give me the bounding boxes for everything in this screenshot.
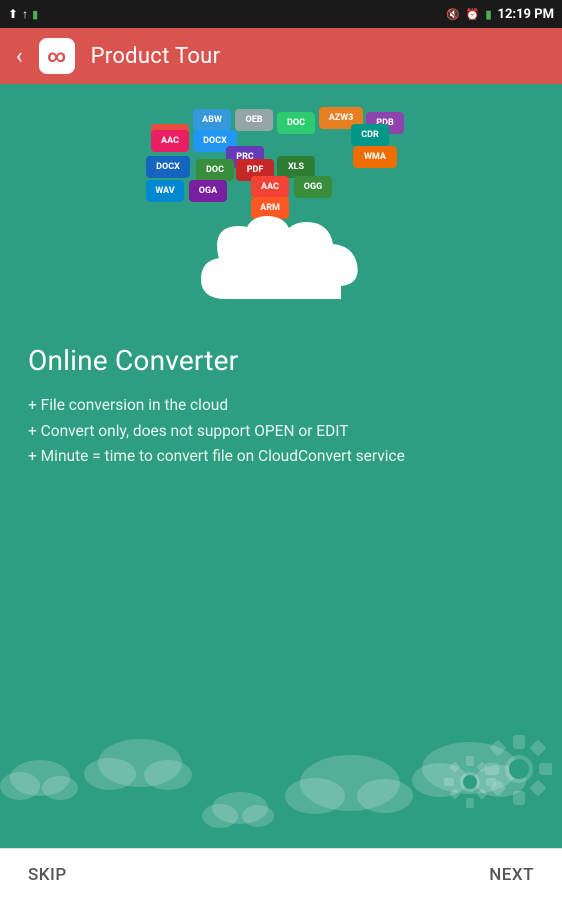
- main-cloud: [181, 214, 381, 324]
- file-tag: DOCX: [146, 156, 190, 178]
- gear-container: [432, 724, 552, 828]
- feature-item: + File conversion in the cloud: [28, 393, 534, 419]
- file-tag: AAC: [151, 130, 189, 152]
- app-icon-symbol: ∞: [47, 46, 66, 67]
- feature-list: + File conversion in the cloud+ Convert …: [28, 393, 534, 470]
- skip-button[interactable]: SKIP: [28, 865, 67, 885]
- file-tag: AAC: [251, 176, 289, 198]
- main-content: PDFABWOEBDOCAZW3PDBAACDOCXCDRPRCDOCXDOCP…: [0, 84, 562, 848]
- cloud-illustration: PDFABWOEBDOCAZW3PDBAACDOCXCDRPRCDOCXDOCP…: [28, 104, 534, 324]
- alarm-icon: ⏰: [466, 8, 480, 21]
- section-title: Online Converter: [28, 344, 534, 377]
- file-tag: XLS: [277, 156, 315, 178]
- next-button[interactable]: NEXT: [489, 865, 534, 885]
- text-section: Online Converter + File conversion in th…: [28, 344, 534, 470]
- app-icon: ∞: [39, 38, 75, 74]
- status-icons-left: ⬆ ↑ ▮: [8, 7, 38, 21]
- file-tag: ABW: [193, 109, 231, 131]
- file-tag: OGG: [294, 176, 332, 198]
- back-button[interactable]: ‹: [16, 44, 23, 69]
- file-tag: WAV: [146, 180, 184, 202]
- clock: 12:19 PM: [498, 7, 555, 22]
- mute-icon: 🔇: [446, 8, 460, 21]
- file-tag: OGA: [189, 180, 227, 202]
- file-tag: DOC: [196, 159, 234, 181]
- usb-icon: ⬆: [8, 7, 18, 21]
- feature-item: + Convert only, does not support OPEN or…: [28, 419, 534, 445]
- upload-icon: ↑: [22, 7, 28, 21]
- feature-item: + Minute = time to convert file on Cloud…: [28, 444, 534, 470]
- bottom-bar: SKIP NEXT: [0, 848, 562, 900]
- app-bar: ‹ ∞ Product Tour: [0, 28, 562, 84]
- battery-icon: ▮: [32, 8, 38, 21]
- status-bar: ⬆ ↑ ▮ 🔇 ⏰ ▮ 12:19 PM: [0, 0, 562, 28]
- file-tag: WMA: [353, 146, 397, 168]
- file-tag: CDR: [351, 124, 389, 146]
- file-tag: OEB: [235, 109, 273, 131]
- file-tag: DOC: [277, 112, 315, 134]
- page-title: Product Tour: [91, 44, 221, 69]
- battery-full-icon: ▮: [485, 8, 491, 21]
- status-right: 🔇 ⏰ ▮ 12:19 PM: [446, 7, 554, 22]
